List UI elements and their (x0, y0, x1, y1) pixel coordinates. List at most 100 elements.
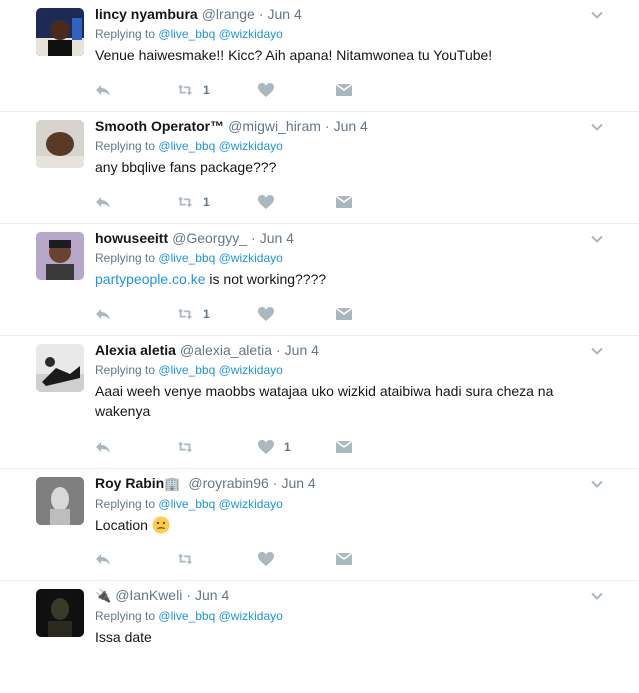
avatar[interactable] (36, 344, 84, 392)
avatar[interactable] (36, 8, 84, 56)
reply-button[interactable] (95, 305, 111, 323)
avatar[interactable] (36, 477, 84, 525)
envelope-icon (336, 441, 352, 453)
tweet-text: partypeople.co.ke is not working???? (95, 271, 327, 287)
user-handle[interactable]: @migwi_hiram (228, 118, 321, 134)
heart-icon (258, 552, 274, 566)
like-button[interactable] (258, 193, 284, 211)
mention-link[interactable]: @live_bbq (158, 251, 215, 265)
user-fullname[interactable]: howuseeitt (95, 230, 168, 246)
plug-icon: 🔌 (95, 588, 112, 603)
separator-dot: · (275, 342, 281, 358)
mention-link[interactable]: @live_bbq (158, 139, 215, 153)
user-handle[interactable]: @IanKweli (115, 587, 182, 603)
user-handle[interactable]: @alexia_aletia (180, 342, 272, 358)
tweet-text: any bbqlive fans package??? (95, 159, 277, 175)
tweet[interactable]: Alexia aletia @alexia_aletia · Jun 4 Replyi… (0, 336, 639, 469)
direct-message-button[interactable] (336, 305, 352, 323)
chevron-down-icon[interactable] (591, 590, 603, 602)
mention-link[interactable]: @wizkidayo (219, 609, 283, 623)
mention-link[interactable]: @wizkidayo (219, 497, 283, 511)
retweet-button[interactable]: 1 (177, 193, 210, 211)
like-count: 1 (284, 440, 291, 454)
separator-dot: · (251, 230, 256, 246)
mention-link[interactable]: @wizkidayo (219, 363, 283, 377)
user-fullname[interactable]: lincy nyambura (95, 6, 198, 22)
retweet-icon (177, 441, 193, 453)
chevron-down-icon[interactable] (591, 345, 603, 357)
user-fullname[interactable]: Smooth Operator™ (95, 118, 224, 134)
mention-link[interactable]: @wizkidayo (219, 139, 283, 153)
replying-to: Replying to @live_bbq @wizkidayo (95, 497, 283, 511)
tweet-timestamp[interactable]: Jun 4 (260, 230, 294, 246)
tweet[interactable]: lincy nyambura @lrange · Jun 4 Replying to … (0, 0, 639, 112)
avatar[interactable] (36, 232, 84, 280)
tweet-text: Venue haiwesmake!! Kicc? Aih apana! Nita… (95, 47, 493, 63)
replying-to: Replying to @live_bbq @wizkidayo (95, 363, 283, 377)
reply-button[interactable] (95, 438, 111, 456)
separator-dot: · (258, 6, 264, 22)
direct-message-button[interactable] (336, 438, 352, 456)
mention-link[interactable]: @live_bbq (158, 27, 215, 41)
chevron-down-icon[interactable] (591, 478, 603, 490)
user-fullname[interactable]: Roy Rabin (95, 475, 164, 491)
retweet-button[interactable] (177, 550, 203, 568)
mention-link[interactable]: @live_bbq (158, 497, 215, 511)
tweet-text: Location (95, 515, 599, 535)
avatar[interactable] (36, 120, 84, 168)
retweet-count: 1 (203, 83, 210, 97)
chevron-down-icon[interactable] (591, 9, 603, 21)
url-link[interactable]: partypeople.co.ke (95, 271, 206, 287)
retweet-count: 1 (203, 195, 210, 209)
reply-icon (96, 442, 110, 453)
tweet-timestamp[interactable]: Jun 4 (268, 6, 302, 22)
chevron-down-icon[interactable] (591, 233, 603, 245)
user-handle[interactable]: @lrange (202, 6, 255, 22)
avatar[interactable] (36, 589, 84, 637)
direct-message-button[interactable] (336, 193, 352, 211)
separator-dot: · (324, 118, 330, 134)
direct-message-button[interactable] (336, 81, 352, 99)
heart-icon (258, 307, 274, 321)
mention-link[interactable]: @wizkidayo (219, 27, 283, 41)
tweet-timestamp[interactable]: Jun 4 (281, 475, 315, 491)
building-icon: 🏢 (164, 476, 181, 491)
user-fullname[interactable]: Alexia aletia (95, 342, 176, 358)
mention-link[interactable]: @live_bbq (158, 363, 215, 377)
retweet-button[interactable]: 1 (177, 305, 210, 323)
heart-icon (258, 83, 274, 97)
retweet-count: 1 (203, 307, 210, 321)
confused-face-emoji (152, 516, 170, 534)
like-button[interactable]: 1 (258, 438, 291, 456)
retweet-icon (177, 196, 193, 208)
separator-dot: · (272, 475, 278, 491)
reply-button[interactable] (95, 550, 111, 568)
tweet[interactable]: howuseeitt @Georgyy_ · Jun 4 Replying to @l… (0, 224, 639, 336)
retweet-button[interactable]: 1 (177, 81, 210, 99)
reply-button[interactable] (95, 81, 111, 99)
direct-message-button[interactable] (336, 550, 352, 568)
tweet-timestamp[interactable]: Jun 4 (334, 118, 368, 134)
tweet-feed: lincy nyambura @lrange · Jun 4 Replying to … (0, 0, 639, 693)
retweet-icon (177, 553, 193, 565)
retweet-button[interactable] (177, 438, 203, 456)
tweet[interactable]: Roy Rabin🏢 @royrabin96 · Jun 4 Replying to … (0, 469, 639, 581)
tweet-timestamp[interactable]: Jun 4 (285, 342, 319, 358)
mention-link[interactable]: @wizkidayo (219, 251, 283, 265)
heart-icon (258, 195, 274, 209)
like-button[interactable] (258, 81, 284, 99)
tweet[interactable]: Smooth Operator™ @migwi_hiram · Jun 4 Reply… (0, 112, 639, 224)
user-handle[interactable]: @royrabin96 (188, 475, 268, 491)
like-button[interactable] (258, 550, 284, 568)
tweet-actions (95, 550, 365, 568)
reply-icon (96, 197, 110, 208)
like-button[interactable] (258, 305, 284, 323)
tweet-timestamp[interactable]: Jun 4 (195, 587, 229, 603)
user-handle[interactable]: @Georgyy_ (172, 230, 247, 246)
retweet-icon (177, 84, 193, 96)
chevron-down-icon[interactable] (591, 121, 603, 133)
reply-button[interactable] (95, 193, 111, 211)
tweet[interactable]: 🔌 @IanKweli · Jun 4 Replying to @live_bbq @… (0, 581, 639, 693)
mention-link[interactable]: @live_bbq (158, 609, 215, 623)
replying-to: Replying to @live_bbq @wizkidayo (95, 27, 283, 41)
